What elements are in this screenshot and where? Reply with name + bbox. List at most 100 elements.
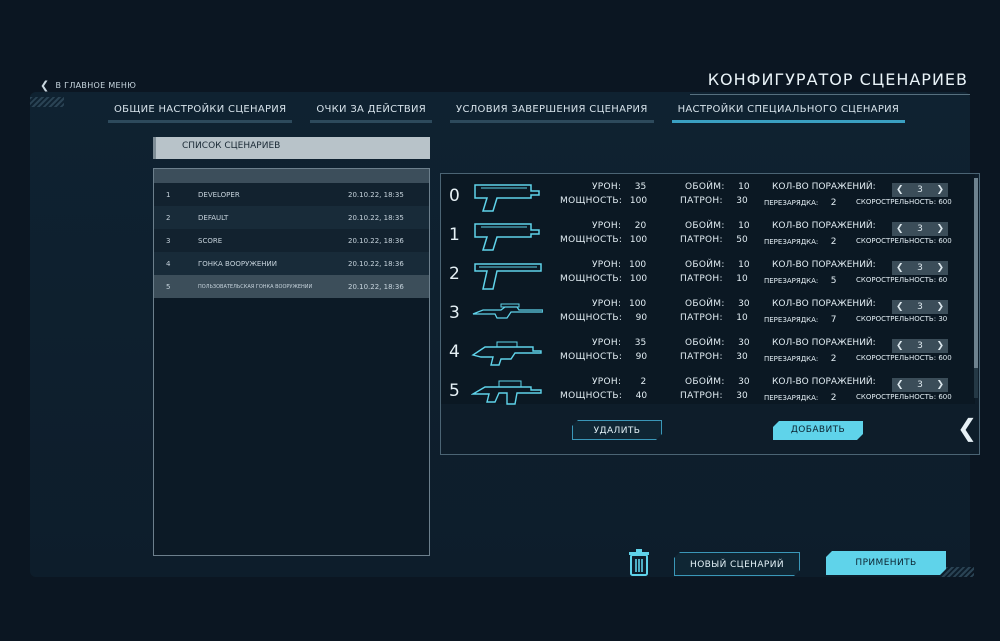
- stepper-left-icon[interactable]: ❮: [896, 302, 904, 312]
- damage-value: 100: [628, 260, 647, 270]
- hits-stepper[interactable]: ❮ 3 ❯: [892, 222, 948, 236]
- scrollbar-thumb[interactable]: [974, 178, 978, 368]
- damage-label: УРОН:: [592, 221, 622, 231]
- ammo-label: ПАТРОН:: [680, 196, 723, 206]
- ammo-stat: ПАТРОН: 30: [680, 391, 748, 401]
- ammo-label: ПАТРОН:: [680, 352, 723, 362]
- reload-value: 2: [830, 198, 837, 208]
- weapon-index: 0: [449, 186, 460, 206]
- tab-special-scenario[interactable]: НАСТРОЙКИ СПЕЦИАЛЬНОГО СЦЕНАРИЯ: [671, 104, 906, 123]
- ammo-value: 50: [736, 235, 748, 245]
- scenario-row[interactable]: 2 DEFAULT 20.10.22, 18:35: [154, 206, 429, 229]
- scenario-rows: 1 DEVELOPER 20.10.22, 18:35 2 DEFAULT 20…: [154, 183, 429, 298]
- hits-stepper[interactable]: ❮ 3 ❯: [892, 261, 948, 275]
- damage-stat: УРОН: 100: [592, 299, 646, 309]
- rate-stat: СКОРОСТРЕЛЬНОСТЬ: 600: [856, 198, 952, 206]
- reload-value: 2: [830, 354, 837, 364]
- stepper-right-icon[interactable]: ❯: [936, 263, 944, 273]
- clips-value: 10: [738, 260, 750, 270]
- row-date: 20.10.22, 18:36: [348, 236, 404, 245]
- scenario-row[interactable]: 1 DEVELOPER 20.10.22, 18:35: [154, 183, 429, 206]
- hits-stepper[interactable]: ❮ 3 ❯: [892, 300, 948, 314]
- rate-label: СКОРОСТРЕЛЬНОСТЬ:: [856, 393, 937, 401]
- clips-value: 30: [738, 299, 750, 309]
- weapon-row: 5 УРОН: 2 МОЩНОСТЬ: 40 ОБОЙМ: 30 ПАТРОН: 30 К…: [441, 373, 975, 409]
- scenario-row[interactable]: 3 SCORE 20.10.22, 18:36: [154, 229, 429, 252]
- power-value: 90: [635, 313, 648, 323]
- row-name: SCORE: [198, 236, 223, 245]
- hits-stepper[interactable]: ❮ 3 ❯: [892, 378, 948, 392]
- stepper-right-icon[interactable]: ❯: [936, 341, 944, 351]
- power-value: 40: [635, 391, 648, 401]
- stepper-right-icon[interactable]: ❯: [936, 380, 944, 390]
- ammo-value: 10: [736, 313, 748, 323]
- ammo-stat: ПАТРОН: 50: [680, 235, 748, 245]
- power-label: МОЩНОСТЬ:: [560, 196, 623, 206]
- stepper-left-icon[interactable]: ❮: [896, 224, 904, 234]
- power-value: 100: [629, 274, 648, 284]
- tab-general-settings[interactable]: ОБЩИЕ НАСТРОЙКИ СЦЕНАРИЯ: [108, 104, 293, 123]
- hits-label: КОЛ-ВО ПОРАЖЕНИЙ:: [772, 299, 876, 309]
- hits-stepper[interactable]: ❮ 3 ❯: [892, 183, 948, 197]
- apply-button[interactable]: ПРИМЕНИТЬ: [826, 551, 946, 575]
- stepper-left-icon[interactable]: ❮: [896, 185, 904, 195]
- rate-value: 600: [938, 354, 952, 362]
- damage-value: 2: [640, 377, 647, 387]
- row-number: 2: [166, 213, 171, 222]
- weapon-index: 1: [449, 225, 460, 245]
- stepper-left-icon[interactable]: ❮: [896, 341, 904, 351]
- trash-icon[interactable]: [628, 549, 650, 577]
- row-name: ГОНКА ВООРУЖЕНИЙ: [198, 259, 278, 268]
- scenario-row-selected[interactable]: 5 ПОЛЬЗОВАТЕЛЬСКАЯ ГОНКА ВООРУЖЕНИЙ 20.1…: [154, 275, 429, 298]
- rate-label: СКОРОСТРЕЛЬНОСТЬ:: [856, 354, 937, 362]
- weapon-row: 2 УРОН: 100 МОЩНОСТЬ: 100 ОБОЙМ: 10 ПАТРОН: …: [441, 256, 975, 292]
- rate-value: 600: [938, 198, 952, 206]
- weapon-index: 4: [449, 342, 460, 362]
- back-to-main-menu-link[interactable]: ❮ В ГЛАВНОЕ МЕНЮ: [40, 79, 136, 92]
- power-value: 90: [635, 352, 648, 362]
- hits-label: КОЛ-ВО ПОРАЖЕНИЙ:: [772, 221, 876, 231]
- rate-value: 600: [938, 393, 952, 401]
- rate-stat: СКОРОСТРЕЛЬНОСТЬ: 30: [856, 315, 947, 323]
- stepper-right-icon[interactable]: ❯: [936, 185, 944, 195]
- reload-stat: ПЕРЕЗАРЯДКА: 2: [764, 237, 837, 247]
- power-label: МОЩНОСТЬ:: [560, 352, 623, 362]
- reload-value: 5: [830, 276, 837, 286]
- collapse-panel-chevron-icon[interactable]: ❮: [957, 414, 977, 442]
- hits-value: 3: [917, 185, 923, 195]
- row-number: 5: [166, 282, 171, 291]
- chevron-left-icon: ❮: [40, 79, 50, 92]
- reload-label: ПЕРЕЗАРЯДКА:: [764, 238, 819, 246]
- stepper-right-icon[interactable]: ❯: [936, 224, 944, 234]
- hits-value: 3: [917, 341, 923, 351]
- row-number: 1: [166, 190, 171, 199]
- row-date: 20.10.22, 18:36: [348, 282, 404, 291]
- power-label: МОЩНОСТЬ:: [560, 274, 623, 284]
- rate-stat: СКОРОСТРЕЛЬНОСТЬ: 600: [856, 354, 952, 362]
- new-scenario-button[interactable]: НОВЫЙ СЦЕНАРИЙ: [674, 552, 800, 576]
- weapon-list-scrollbar[interactable]: [974, 178, 978, 398]
- weapon-index: 3: [449, 303, 460, 323]
- row-name: ПОЛЬЗОВАТЕЛЬСКАЯ ГОНКА ВООРУЖЕНИЙ: [198, 283, 313, 290]
- rate-stat: СКОРОСТРЕЛЬНОСТЬ: 600: [856, 393, 952, 401]
- scenario-row[interactable]: 4 ГОНКА ВООРУЖЕНИЙ 20.10.22, 18:36: [154, 252, 429, 275]
- weapon-row: 1 УРОН: 20 МОЩНОСТЬ: 100 ОБОЙМ: 10 ПАТРОН: 5…: [441, 217, 975, 253]
- tab-action-points[interactable]: ОЧКИ ЗА ДЕЙСТВИЯ: [310, 104, 433, 123]
- ammo-value: 30: [736, 391, 748, 401]
- reload-label: ПЕРЕЗАРЯДКА:: [764, 394, 819, 402]
- hits-stepper[interactable]: ❮ 3 ❯: [892, 339, 948, 353]
- delete-weapon-button[interactable]: УДАЛИТЬ: [572, 420, 662, 440]
- stepper-right-icon[interactable]: ❯: [936, 302, 944, 312]
- stepper-left-icon[interactable]: ❮: [896, 263, 904, 273]
- tab-end-conditions[interactable]: УСЛОВИЯ ЗАВЕРШЕНИЯ СЦЕНАРИЯ: [450, 104, 654, 123]
- back-label: В ГЛАВНОЕ МЕНЮ: [55, 81, 137, 90]
- rate-label: СКОРОСТРЕЛЬНОСТЬ:: [856, 276, 937, 284]
- stepper-left-icon[interactable]: ❮: [896, 380, 904, 390]
- tab-bar: ОБЩИЕ НАСТРОЙКИ СЦЕНАРИЯ ОЧКИ ЗА ДЕЙСТВИ…: [108, 104, 906, 123]
- assault-rifle-icon: [471, 380, 542, 405]
- hits-value: 3: [917, 380, 923, 390]
- ammo-value: 30: [736, 196, 748, 206]
- add-weapon-button[interactable]: ДОБАВИТЬ: [773, 421, 863, 440]
- hits-value: 3: [917, 302, 923, 312]
- damage-label: УРОН:: [592, 299, 622, 309]
